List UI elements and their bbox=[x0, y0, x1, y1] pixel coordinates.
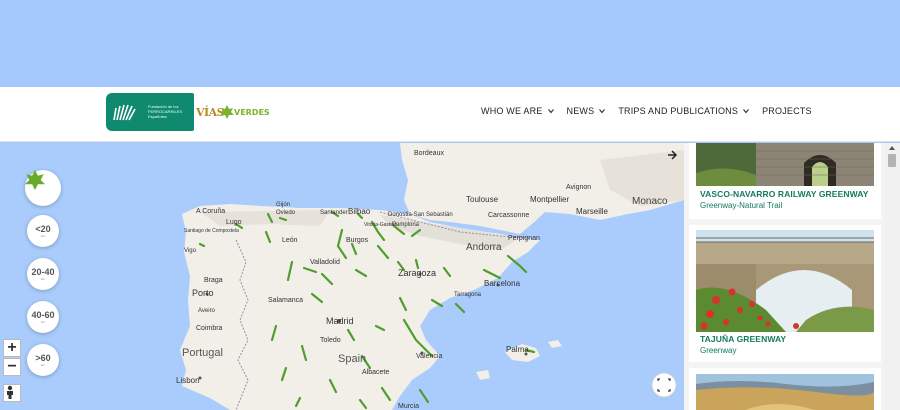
card-title: TAJUÑA GREENWAY bbox=[700, 334, 787, 344]
nav-trips-publications[interactable]: TRIPS AND PUBLICATIONS bbox=[618, 106, 750, 116]
nav-label: PROJECTS bbox=[762, 106, 812, 116]
main-nav: WHO WE ARE NEWS TRIPS AND PUBLICATIONS P… bbox=[481, 106, 825, 116]
filter-unit: km bbox=[41, 234, 45, 238]
map-label-coimbra: Coimbra bbox=[196, 325, 223, 332]
filter-unit: km bbox=[41, 363, 45, 367]
nav-news[interactable]: NEWS bbox=[567, 106, 606, 116]
map-label-lugo: Lugo bbox=[226, 219, 242, 226]
fullscreen-button[interactable] bbox=[651, 372, 677, 398]
map-label-porto: Porto bbox=[192, 288, 214, 298]
map-label-acoruna: A Coruña bbox=[196, 208, 225, 215]
filter-label: 20-40 bbox=[31, 267, 55, 277]
nav-label: TRIPS AND PUBLICATIONS bbox=[618, 106, 739, 116]
rail-fan-icon bbox=[113, 104, 136, 121]
map-label-carcassonne: Carcassonne bbox=[488, 212, 529, 219]
map-label-toulouse: Toulouse bbox=[466, 195, 499, 204]
map-label-valencia: Valencia bbox=[416, 353, 442, 360]
map-label-albacete: Albacete bbox=[362, 369, 389, 376]
map-label-donostia: Donostia-San Sebastián bbox=[388, 212, 453, 218]
map-label-leon: León bbox=[282, 237, 298, 244]
map-label-vigo: Vigo bbox=[184, 248, 197, 254]
chevron-down-icon bbox=[599, 109, 606, 114]
greenway-card-tajuna[interactable]: TAJUÑA GREENWAY Greenway bbox=[689, 225, 881, 362]
map-label-avignon: Avignon bbox=[566, 184, 591, 191]
map-label-bordeaux: Bordeaux bbox=[414, 150, 444, 157]
map-label-spain: Spain bbox=[338, 353, 366, 365]
filter-unit: km bbox=[41, 320, 45, 324]
map-label-monaco: Monaco bbox=[632, 196, 668, 207]
nav-label: NEWS bbox=[566, 106, 595, 116]
map-label-perpignan: Perpignan bbox=[508, 235, 540, 242]
card-subtitle: Greenway-Natural Trail bbox=[700, 201, 783, 210]
map-label-vitoria: Vitoria-Gasteiz bbox=[364, 222, 397, 228]
card-image-bridge bbox=[696, 230, 874, 332]
scroll-thumb[interactable] bbox=[888, 154, 896, 167]
pegman-icon bbox=[7, 385, 13, 399]
logo-verdes-text: VERDES bbox=[234, 108, 270, 117]
map-label-zaragoza: Zaragoza bbox=[398, 268, 436, 278]
zoom-in-button[interactable]: + bbox=[3, 339, 21, 357]
map-label-braga: Braga bbox=[204, 277, 223, 284]
distance-filter-20-40[interactable]: 20-40 km bbox=[27, 258, 59, 290]
map-label-lisbon: Lisbon bbox=[176, 376, 200, 385]
vias-verdes-logo[interactable]: VÍAS VERDES bbox=[196, 105, 270, 121]
card-title: VASCO-NAVARRO RAILWAY GREENWAY bbox=[700, 189, 869, 199]
map-label-palma: Palma bbox=[506, 345, 529, 354]
top-banner-area bbox=[0, 0, 900, 87]
logo-main-text: Fundación de los FERROCARRILES Españoles bbox=[148, 104, 183, 119]
map-label-toledo: Toledo bbox=[320, 337, 341, 344]
distance-filter-over-60[interactable]: >60 km bbox=[27, 344, 59, 376]
map-label-tarragona: Tarragona bbox=[454, 292, 482, 298]
leaf-filter-icon bbox=[25, 170, 45, 190]
map-label-aveiro: Aveiro bbox=[198, 308, 216, 314]
chevron-down-icon bbox=[743, 109, 750, 114]
chevron-down-icon bbox=[547, 109, 554, 114]
filter-unit: km bbox=[41, 277, 45, 281]
distance-filter-under-20[interactable]: <20 km bbox=[27, 215, 59, 247]
map-label-marseille: Marseille bbox=[576, 207, 609, 216]
street-view-button[interactable] bbox=[3, 384, 21, 402]
map-label-valladolid: Valladolid bbox=[310, 259, 340, 266]
nav-who-we-are[interactable]: WHO WE ARE bbox=[481, 106, 554, 116]
map-label-santander: Santander bbox=[320, 210, 348, 216]
greenway-filter-all-button[interactable] bbox=[25, 170, 61, 206]
map-label-portugal: Portugal bbox=[182, 347, 223, 359]
ibiza-island bbox=[476, 370, 490, 380]
greenway-list-panel: VASCO-NAVARRO RAILWAY GREENWAY Greenway-… bbox=[684, 143, 884, 410]
card-subtitle: Greenway bbox=[700, 346, 737, 355]
map-label-montpellier: Montpellier bbox=[530, 195, 569, 204]
map-label-barcelona: Barcelona bbox=[484, 279, 521, 288]
map-label-burgos: Burgos bbox=[346, 237, 369, 244]
leaf-logo-icon bbox=[220, 105, 234, 119]
map-label-bilbao: Bilbao bbox=[348, 207, 371, 216]
map-label-andorra: Andorra bbox=[466, 242, 502, 253]
card-image-tunnel bbox=[696, 143, 874, 186]
menorca-island bbox=[548, 340, 562, 348]
fundacion-ferrocarriles-logo[interactable]: Fundación de los FERROCARRILES Españoles bbox=[106, 93, 194, 131]
greenway-card-next[interactable] bbox=[689, 368, 881, 410]
map-canvas[interactable]: Bordeaux Toulouse Montpellier Avignon Ma… bbox=[0, 143, 684, 410]
zoom-out-button[interactable]: − bbox=[3, 358, 21, 376]
distance-filter-40-60[interactable]: 40-60 km bbox=[27, 301, 59, 333]
sidebar-scrollbar[interactable] bbox=[884, 143, 900, 410]
filter-label: >60 bbox=[35, 353, 51, 363]
greenway-card-vasco-navarro[interactable]: VASCO-NAVARRO RAILWAY GREENWAY Greenway-… bbox=[689, 143, 881, 219]
map-label-murcia: Murcia bbox=[398, 403, 419, 410]
map-label-santiago: Santiago de Compostela bbox=[184, 228, 239, 234]
filter-label: 40-60 bbox=[31, 310, 55, 320]
greenways-map[interactable]: Bordeaux Toulouse Montpellier Avignon Ma… bbox=[0, 143, 684, 410]
scroll-up-arrow-icon[interactable] bbox=[889, 146, 895, 150]
filter-label: <20 bbox=[35, 224, 51, 234]
card-image-landscape bbox=[696, 374, 874, 410]
map-label-oviedo: Oviedo bbox=[276, 210, 296, 216]
map-label-salamanca: Salamanca bbox=[268, 297, 303, 304]
map-label-madrid: Madrid bbox=[326, 316, 354, 326]
nav-label: WHO WE ARE bbox=[481, 106, 543, 116]
map-label-gijon: Gijón bbox=[276, 202, 290, 208]
nav-projects[interactable]: PROJECTS bbox=[762, 106, 812, 116]
